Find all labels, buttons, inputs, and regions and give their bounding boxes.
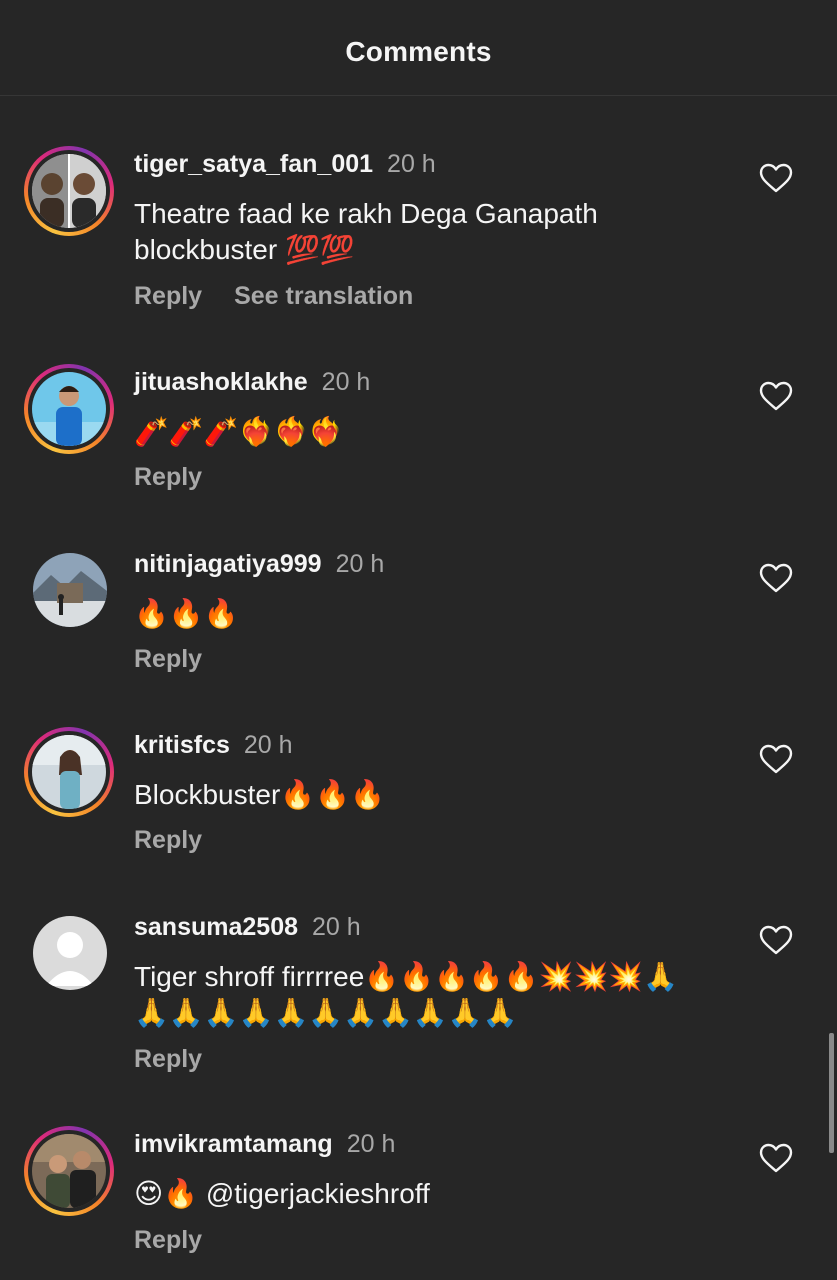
comment-text: Theatre faad ke rakh Dega Ganapath block…: [134, 196, 734, 268]
comment-text-line: 🙏🙏🙏🙏🙏🙏🙏🙏🙏🙏🙏: [134, 997, 518, 1028]
comment-timestamp: 20 h: [387, 150, 436, 178]
comment-text-line: Theatre faad ke rakh Dega Ganapath: [134, 198, 598, 229]
heart-outline-icon[interactable]: [758, 1142, 794, 1174]
comment-timestamp: 20 h: [335, 550, 385, 578]
avatar: [32, 735, 106, 809]
reply-button[interactable]: Reply: [134, 463, 202, 491]
comment-username[interactable]: sansuma2508: [134, 913, 298, 941]
heart-outline-icon[interactable]: [758, 924, 794, 956]
reply-button[interactable]: Reply: [134, 1045, 202, 1073]
avatar[interactable]: [33, 553, 107, 627]
avatar: [32, 1134, 106, 1208]
reply-button[interactable]: Reply: [134, 645, 202, 673]
comment-timestamp: 20 h: [321, 368, 371, 396]
avatar: [32, 372, 106, 446]
avatar-story-ring[interactable]: [24, 1126, 114, 1216]
comment-username[interactable]: imvikramtamang: [134, 1130, 333, 1158]
avatar-story-ring[interactable]: [24, 146, 114, 236]
reply-button[interactable]: Reply: [134, 282, 202, 310]
avatar-story-ring[interactable]: [24, 727, 114, 817]
comment-timestamp: 20 h: [312, 913, 361, 941]
see-translation-button[interactable]: See translation: [234, 282, 413, 310]
scrollbar-thumb[interactable]: [829, 1033, 834, 1153]
comment-username[interactable]: kritisfcs: [134, 731, 230, 759]
comment-username[interactable]: tiger_satya_fan_001: [134, 150, 373, 178]
comment-text: Blockbuster🔥🔥🔥: [134, 779, 385, 810]
page-title: Comments: [345, 36, 492, 67]
comment-text: 🔥🔥🔥: [134, 598, 239, 629]
comments-header: Comments: [0, 0, 837, 96]
comments-screen: Comments tiger_satya_fan_001 20 h Theatr…: [0, 0, 837, 1280]
comment-text: Tiger shroff firrrree🔥🔥🔥🔥🔥💥💥💥🙏 🙏🙏🙏🙏🙏🙏🙏🙏🙏…: [134, 959, 754, 1031]
comment-text: 😍🔥 @tigerjackieshroff: [134, 1178, 430, 1209]
heart-outline-icon[interactable]: [758, 562, 794, 594]
comment-timestamp: 20 h: [243, 731, 293, 759]
comment-text-line: blockbuster 💯💯: [134, 234, 355, 265]
comment-text: 🧨🧨🧨❤️‍🔥❤️‍🔥❤️‍🔥: [134, 416, 344, 447]
reply-button[interactable]: Reply: [134, 826, 202, 854]
avatar[interactable]: [33, 916, 107, 990]
comment-username[interactable]: nitinjagatiya999: [134, 550, 322, 578]
comment-timestamp: 20 h: [346, 1130, 396, 1158]
avatar: [32, 154, 106, 228]
heart-outline-icon[interactable]: [758, 380, 794, 412]
comment-text-line: Tiger shroff firrrree🔥🔥🔥🔥🔥💥💥💥🙏: [134, 961, 679, 992]
heart-outline-icon[interactable]: [758, 162, 794, 194]
comment-username[interactable]: jituashoklakhe: [134, 368, 308, 396]
reply-button[interactable]: Reply: [134, 1226, 202, 1254]
heart-outline-icon[interactable]: [758, 743, 794, 775]
avatar-story-ring[interactable]: [24, 364, 114, 454]
